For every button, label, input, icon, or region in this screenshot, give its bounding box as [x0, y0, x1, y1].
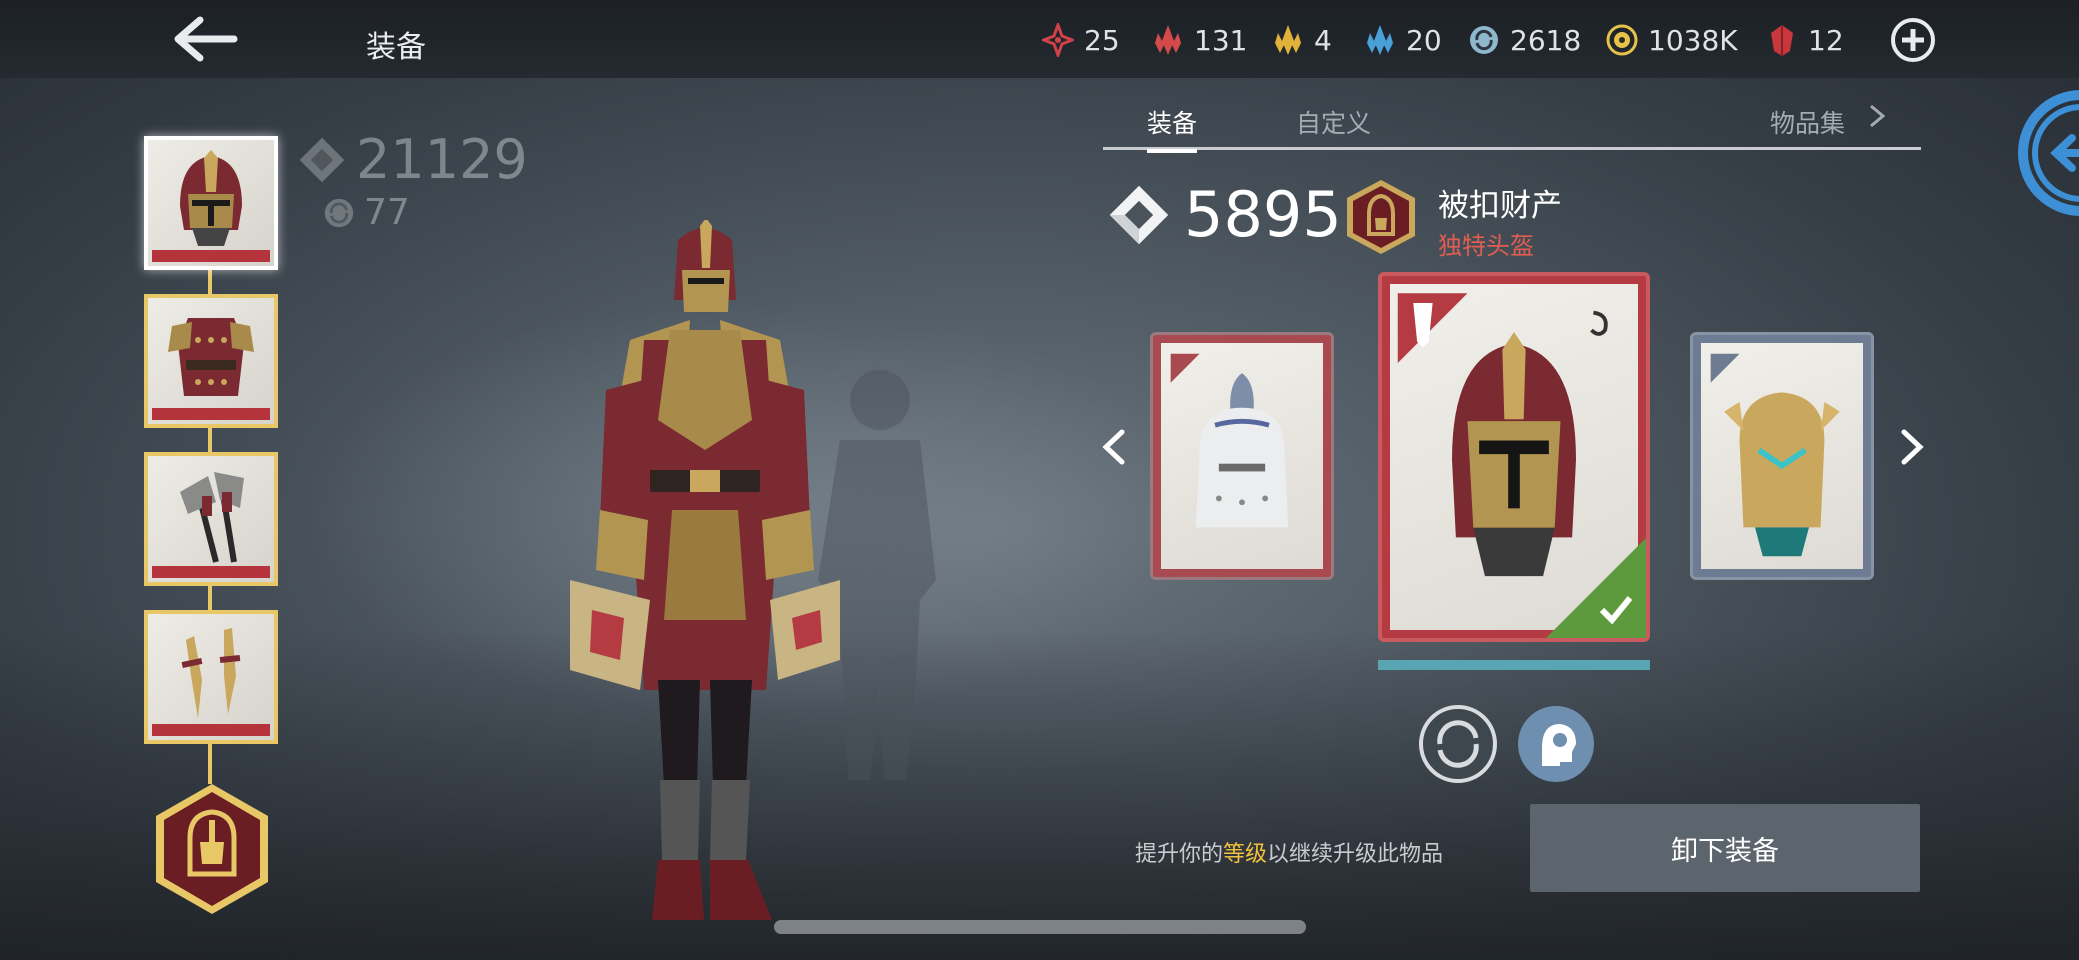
item-tabs: 装备 自定义 物品集	[1103, 96, 1921, 153]
red-shard-icon	[1155, 25, 1181, 55]
slot-rarity-bar	[152, 724, 270, 736]
checkmark-icon	[1599, 596, 1633, 624]
hint-suffix: 以继续升级此物品	[1267, 842, 1444, 867]
red-star-crystal-icon	[1042, 23, 1074, 57]
item-name: 被扣财产	[1438, 188, 1562, 224]
slot-armor[interactable]	[144, 294, 278, 428]
item-card-previous[interactable]	[1150, 332, 1334, 580]
item-power-value: 5895	[1184, 178, 1342, 251]
power-diamond-icon	[1109, 185, 1169, 244]
resource-value: 12	[1808, 23, 1844, 57]
resource-swirl-coin[interactable]: 2618	[1468, 20, 1581, 60]
hero-character[interactable]	[540, 220, 870, 940]
resource-value: 25	[1084, 23, 1120, 57]
hint-prefix: 提升你的	[1135, 842, 1224, 867]
resource-gold-shard[interactable]: 4	[1272, 20, 1332, 60]
daggers-icon	[181, 628, 241, 718]
gold-helmet-icon	[1710, 353, 1840, 557]
slot-weapon[interactable]	[144, 452, 278, 586]
level-swirl-icon	[324, 198, 354, 227]
slot-connector	[208, 744, 212, 784]
unequip-button[interactable]: 卸下装备	[1530, 804, 1920, 892]
add-currency-button[interactable]	[1890, 17, 1936, 63]
unique-helmet-badge-icon	[1347, 180, 1415, 254]
swirl-perk-icon[interactable]	[1418, 704, 1498, 784]
item-card-next[interactable]	[1690, 332, 1874, 580]
ruby-gem-icon	[1771, 25, 1793, 56]
resource-value: 131	[1194, 23, 1248, 57]
set-emblem-icon[interactable]	[150, 780, 274, 918]
chevron-right-icon[interactable]	[1898, 428, 1926, 466]
tab-collection[interactable]: 物品集	[1770, 104, 1845, 140]
arrow-left-icon	[174, 16, 238, 62]
resource-value: 20	[1406, 23, 1442, 57]
background-floor	[0, 630, 2079, 960]
resource-red-shard[interactable]: 131	[1152, 20, 1247, 60]
home-indicator[interactable]	[774, 920, 1306, 934]
card-artwork	[1161, 343, 1323, 569]
upgrade-progress-fill	[1378, 660, 1650, 670]
slot-ranged[interactable]	[144, 610, 278, 744]
armor-icon	[168, 318, 254, 396]
character-level: 77	[322, 192, 410, 233]
side-panel-toggle-icon[interactable]	[2016, 88, 2079, 218]
resource-value: 1038K	[1648, 23, 1738, 57]
mind-perk-icon[interactable]	[1516, 704, 1596, 784]
hint-highlight: 等级	[1223, 842, 1268, 867]
upgrade-progress-bar	[1378, 660, 1650, 670]
tab-customize[interactable]: 自定义	[1296, 104, 1371, 140]
total-power-value: 21129	[356, 128, 528, 191]
blue-shard-icon	[1367, 25, 1393, 55]
item-type: 独特头盔	[1438, 232, 1534, 260]
axes-icon	[180, 472, 244, 563]
tab-equipment[interactable]: 装备	[1147, 104, 1198, 153]
slot-rarity-bar	[152, 250, 270, 262]
plus-circle-icon	[1891, 18, 1935, 62]
slot-helmet[interactable]	[144, 136, 278, 270]
resource-ruby-gem[interactable]: 12	[1766, 20, 1844, 60]
total-power: 21129	[296, 128, 528, 191]
resource-blue-shard[interactable]: 20	[1364, 20, 1442, 60]
chevron-right-icon[interactable]	[1865, 102, 1889, 130]
resource-value: 4	[1314, 23, 1332, 57]
slot-rarity-bar	[152, 566, 270, 578]
back-button[interactable]	[170, 14, 240, 64]
white-helmet-icon	[1170, 353, 1289, 528]
item-card-selected[interactable]	[1378, 272, 1650, 642]
top-bar: 装备 25 131 4 20 2618 1038K 12	[0, 0, 2079, 78]
resource-red-star[interactable]: 25	[1042, 20, 1120, 60]
slot-rarity-bar	[152, 408, 270, 420]
page-title: 装备	[366, 30, 426, 65]
chevron-left-icon[interactable]	[1100, 428, 1128, 466]
resource-value: 2618	[1510, 23, 1582, 57]
character-level-value: 77	[364, 192, 410, 233]
power-diamond-icon	[299, 137, 345, 182]
gold-coin-icon	[1606, 24, 1638, 56]
swirl-coin-icon	[1470, 26, 1498, 54]
resource-gold-coin[interactable]: 1038K	[1606, 20, 1738, 60]
upgrade-hint: 提升你的等级以继续升级此物品	[1135, 836, 1443, 868]
item-power: 5895	[1106, 178, 1342, 251]
gold-shard-icon	[1275, 25, 1301, 55]
card-artwork	[1701, 343, 1863, 569]
helmet-icon	[180, 150, 242, 246]
